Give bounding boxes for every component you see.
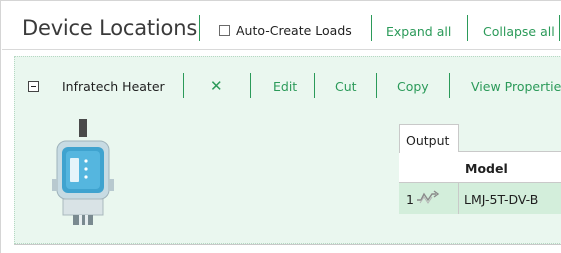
auto-create-loads-label: Auto-Create Loads [236, 23, 352, 38]
divider [449, 73, 450, 98]
divider [458, 182, 459, 214]
divider [371, 15, 372, 41]
delete-icon[interactable]: ✕ [210, 77, 223, 95]
view-properties-link[interactable]: View Propertie [471, 79, 561, 94]
edit-link[interactable]: Edit [273, 79, 297, 94]
wire-link-icon [417, 190, 440, 204]
tab-output[interactable]: Output [399, 124, 459, 154]
panel-header: Device Locations Auto-Create Loads Expan… [2, 2, 561, 50]
divider [14, 244, 561, 245]
divider [376, 73, 377, 98]
row-model-value: LMJ-5T-DV-B [464, 192, 539, 207]
device-locations-panel: Device Locations Auto-Create Loads Expan… [0, 0, 561, 253]
expand-all-link[interactable]: Expand all [386, 24, 451, 39]
divider [467, 15, 468, 41]
divider [250, 73, 251, 98]
device-card: Infratech Heater ✕ Edit Cut Copy View Pr… [14, 56, 561, 244]
copy-link[interactable]: Copy [397, 79, 429, 94]
auto-create-loads-checkbox[interactable] [219, 25, 230, 36]
divider [559, 15, 560, 41]
divider [199, 15, 200, 41]
page-title: Device Locations [22, 16, 198, 40]
row-number: 1 [406, 192, 414, 207]
cut-link[interactable]: Cut [335, 79, 357, 94]
device-image [52, 119, 114, 225]
divider [183, 73, 184, 98]
collapse-all-link[interactable]: Collapse all [483, 24, 555, 39]
table-header-blank [399, 153, 458, 182]
divider [314, 73, 315, 98]
device-name: Infratech Heater [62, 79, 165, 94]
column-header-model: Model [465, 161, 508, 176]
auto-create-loads-toggle[interactable]: Auto-Create Loads [219, 23, 352, 38]
collapse-toggle-icon[interactable] [28, 81, 39, 92]
